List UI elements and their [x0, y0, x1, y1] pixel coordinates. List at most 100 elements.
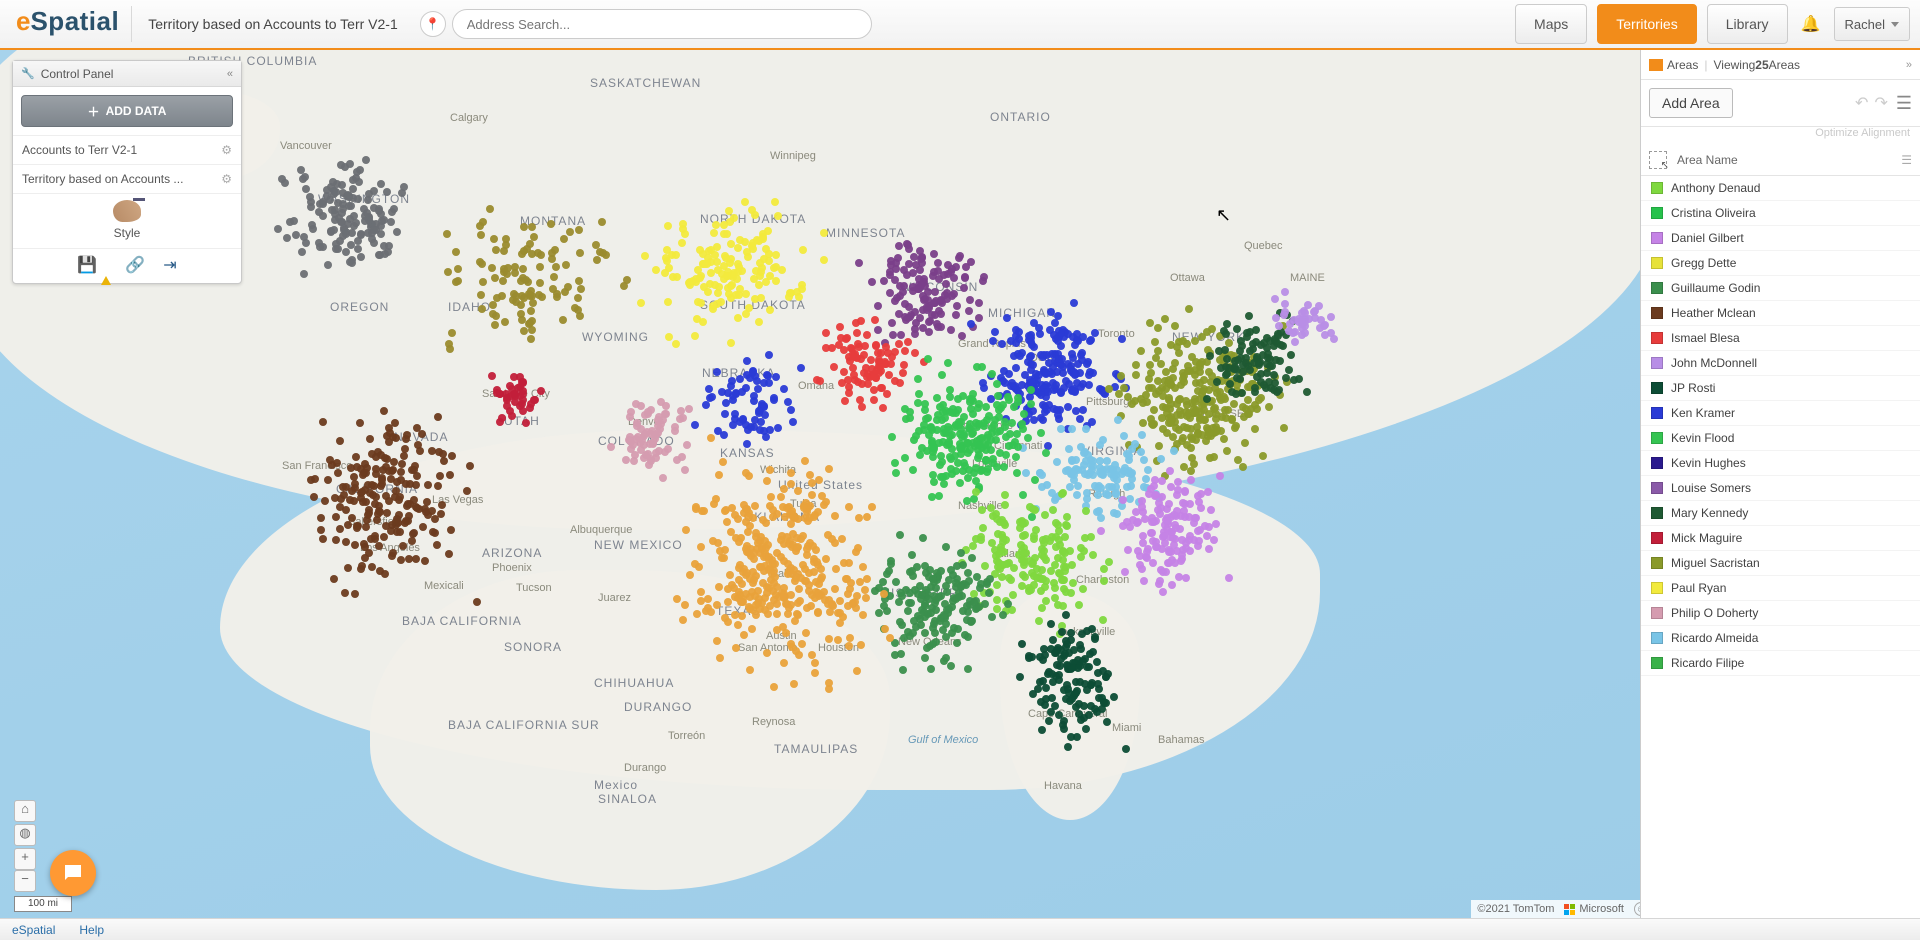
data-point — [1105, 483, 1113, 491]
area-item[interactable]: John McDonnell — [1641, 351, 1920, 376]
data-point — [1159, 425, 1167, 433]
data-point — [856, 396, 864, 404]
data-point — [547, 220, 555, 228]
nav-library[interactable]: Library — [1707, 4, 1788, 44]
add-area-button[interactable]: Add Area — [1649, 88, 1733, 118]
zoom-in-button[interactable]: + — [14, 848, 36, 870]
save-icon[interactable]: 💾 — [77, 255, 107, 275]
data-point — [496, 390, 504, 398]
layer-item[interactable]: Accounts to Terr V2-1 ⚙ — [13, 135, 241, 164]
area-item[interactable]: Gregg Dette — [1641, 251, 1920, 276]
area-item[interactable]: Daniel Gilbert — [1641, 226, 1920, 251]
data-point — [1126, 495, 1134, 503]
data-point — [874, 302, 882, 310]
user-menu[interactable]: Rachel — [1834, 7, 1910, 41]
color-swatch — [1651, 357, 1663, 369]
area-item[interactable]: Guillaume Godin — [1641, 276, 1920, 301]
data-point — [1028, 513, 1036, 521]
area-item[interactable]: JP Rosti — [1641, 376, 1920, 401]
nav-territories[interactable]: Territories — [1597, 4, 1696, 44]
area-item[interactable]: Louise Somers — [1641, 476, 1920, 501]
data-point — [702, 401, 710, 409]
area-name: Gregg Dette — [1671, 256, 1736, 270]
data-point — [1065, 445, 1073, 453]
data-point — [346, 258, 354, 266]
color-swatch — [1651, 182, 1663, 194]
area-item[interactable]: Paul Ryan — [1641, 576, 1920, 601]
zoom-out-button[interactable]: − — [14, 870, 36, 892]
data-point — [1074, 337, 1082, 345]
areas-column-header: Area Name ☰ — [1641, 145, 1920, 176]
share-icon[interactable]: 🔗 — [125, 255, 145, 275]
map-globe-button[interactable]: ◍ — [14, 824, 36, 846]
selection-tool-icon[interactable] — [1649, 151, 1667, 169]
add-data-button[interactable]: ＋ ADD DATA — [21, 95, 233, 127]
data-point — [956, 252, 964, 260]
map-home-button[interactable]: ⌂ — [14, 800, 36, 822]
bell-icon[interactable]: 🔔 — [1798, 14, 1824, 34]
data-point — [561, 288, 569, 296]
area-item[interactable]: Kevin Hughes — [1641, 451, 1920, 476]
expand-right-icon[interactable]: » — [1906, 59, 1912, 71]
data-point — [1004, 600, 1012, 608]
data-point — [1239, 463, 1247, 471]
data-point — [767, 493, 775, 501]
data-point — [999, 611, 1007, 619]
gear-icon[interactable]: ⚙ — [221, 143, 232, 157]
data-point — [553, 290, 561, 298]
area-item[interactable]: Ken Kramer — [1641, 401, 1920, 426]
footer-help[interactable]: Help — [79, 923, 104, 937]
undo-icon[interactable]: ↶ — [1855, 93, 1868, 113]
area-item[interactable]: Anthony Denaud — [1641, 176, 1920, 201]
layer-item[interactable]: Territory based on Accounts ...⚙ — [13, 164, 241, 193]
data-point — [764, 610, 772, 618]
data-point — [1010, 564, 1018, 572]
gear-icon[interactable]: ⚙ — [221, 172, 232, 186]
footer-brand[interactable]: eSpatial — [12, 923, 55, 937]
column-menu-icon[interactable]: ☰ — [1901, 153, 1912, 167]
data-point — [1165, 376, 1173, 384]
collapse-left-icon[interactable]: « — [227, 68, 233, 80]
area-item[interactable]: Kevin Flood — [1641, 426, 1920, 451]
data-point — [724, 618, 732, 626]
area-item[interactable]: Heather Mclean — [1641, 301, 1920, 326]
data-point — [707, 608, 715, 616]
data-point — [793, 544, 801, 552]
data-point — [1194, 542, 1202, 550]
locate-icon[interactable]: 📍 — [420, 11, 446, 37]
data-point — [358, 488, 366, 496]
area-item[interactable]: Ricardo Almeida — [1641, 626, 1920, 651]
data-point — [1127, 482, 1135, 490]
data-point — [1159, 403, 1167, 411]
data-point — [973, 363, 981, 371]
data-point — [765, 250, 773, 258]
area-item[interactable]: Ismael Blesa — [1641, 326, 1920, 351]
area-item[interactable]: Miguel Sacristan — [1641, 551, 1920, 576]
data-point — [1021, 573, 1029, 581]
optimize-alignment[interactable]: Optimize Alignment — [1641, 127, 1920, 145]
data-point — [1167, 400, 1175, 408]
redo-icon[interactable]: ↷ — [1874, 93, 1887, 113]
data-point — [673, 273, 681, 281]
hamburger-icon[interactable]: ☰ — [1896, 93, 1912, 114]
address-search-input[interactable] — [452, 9, 872, 39]
area-list[interactable]: Anthony DenaudCristina OliveiraDaniel Gi… — [1641, 176, 1920, 920]
data-point — [937, 323, 945, 331]
data-point — [641, 252, 649, 260]
area-item[interactable]: Mick Maguire — [1641, 526, 1920, 551]
data-point — [479, 278, 487, 286]
chat-button[interactable] — [50, 850, 96, 896]
data-point — [915, 275, 923, 283]
area-item[interactable]: Cristina Oliveira — [1641, 201, 1920, 226]
area-item[interactable]: Mary Kennedy — [1641, 501, 1920, 526]
data-point — [729, 392, 737, 400]
map-canvas[interactable]: ↖ ⌂ ◍ + − 100 mi ©2021 TomTom Microsoft … — [0, 50, 1660, 920]
data-point — [935, 275, 943, 283]
style-section[interactable]: Style — [13, 193, 241, 248]
nav-maps[interactable]: Maps — [1515, 4, 1587, 44]
layer-label: Accounts to Terr V2-1 — [22, 143, 137, 157]
area-name-header[interactable]: Area Name — [1677, 153, 1738, 167]
area-item[interactable]: Ricardo Filipe — [1641, 651, 1920, 676]
area-item[interactable]: Philip O Doherty — [1641, 601, 1920, 626]
export-icon[interactable]: ⇥ — [163, 255, 176, 275]
